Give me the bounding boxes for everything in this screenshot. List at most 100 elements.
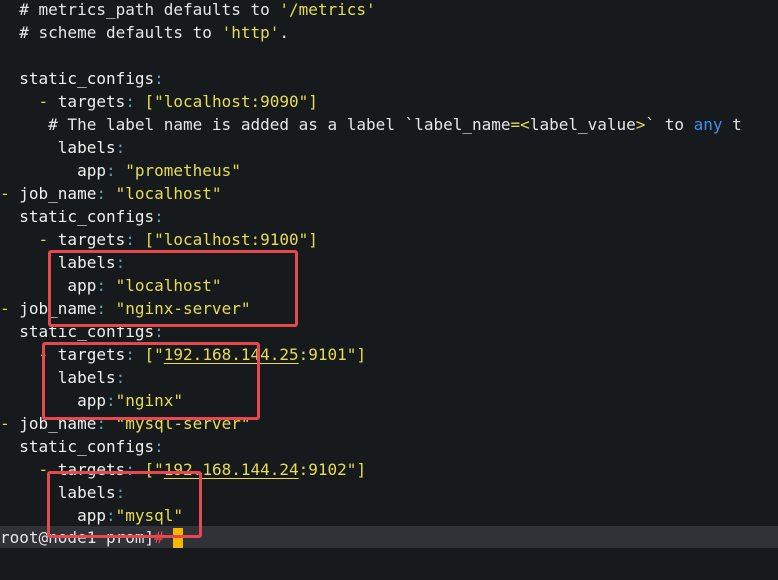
comment-text: label_value bbox=[529, 115, 636, 134]
code-line-6: # The label name is added as a label `la… bbox=[0, 113, 778, 136]
yaml-key: app bbox=[0, 276, 97, 295]
yaml-key: labels bbox=[0, 368, 116, 387]
yaml-key: targets bbox=[57, 92, 126, 111]
yaml-colon: : bbox=[154, 207, 164, 226]
ip-address-link[interactable]: 192.168.144.25 bbox=[164, 345, 299, 364]
comment-text: # The label name is added as a label `la… bbox=[0, 115, 511, 134]
yaml-value: :9101"] bbox=[298, 345, 367, 364]
comment-text: # scheme defaults to bbox=[0, 23, 222, 42]
comment-text: t bbox=[722, 115, 742, 134]
yaml-value: ["localhost:9090"] bbox=[134, 92, 318, 111]
ip-address-link[interactable]: 192.168.144.24 bbox=[164, 460, 299, 479]
text-cursor bbox=[173, 528, 184, 548]
yaml-value: "mysql-server" bbox=[105, 414, 251, 433]
yaml-value: "mysql" bbox=[115, 506, 184, 525]
code-line-19: - job_name: "mysql-server" bbox=[0, 412, 778, 435]
yaml-key: static_configs bbox=[0, 207, 155, 226]
yaml-dash: - bbox=[0, 230, 58, 249]
code-line-15: static_configs: bbox=[0, 320, 778, 343]
yaml-dash: - bbox=[0, 414, 20, 433]
code-line-8: app: "prometheus" bbox=[0, 159, 778, 182]
yaml-value: "prometheus" bbox=[115, 161, 241, 180]
yaml-key: targets bbox=[57, 345, 126, 364]
code-line-20: static_configs: bbox=[0, 435, 778, 458]
yaml-dash: - bbox=[0, 460, 58, 479]
yaml-key: app bbox=[0, 391, 106, 410]
prompt-text: root@node1 prom] bbox=[0, 528, 155, 547]
code-line-7: labels: bbox=[0, 136, 778, 159]
code-line-10: static_configs: bbox=[0, 205, 778, 228]
yaml-colon: : bbox=[105, 391, 116, 410]
code-line-22: labels: bbox=[0, 481, 778, 504]
yaml-dash: - bbox=[0, 184, 20, 203]
code-line-1: # metrics_path defaults to '/metrics' bbox=[0, 0, 778, 21]
yaml-colon: : bbox=[115, 483, 126, 502]
terminal-window[interactable]: # metrics_path defaults to '/metrics' # … bbox=[0, 0, 778, 580]
code-line-2: # scheme defaults to 'http'. bbox=[0, 21, 778, 44]
yaml-colon: : bbox=[154, 69, 164, 88]
comment-text: # metrics_path defaults to bbox=[0, 0, 280, 19]
code-line-5: - targets: ["localhost:9090"] bbox=[0, 90, 778, 113]
yaml-colon: : bbox=[96, 276, 106, 295]
yaml-key: job_name bbox=[19, 414, 97, 433]
yaml-key: job_name bbox=[19, 184, 97, 203]
comment-string: '/metrics' bbox=[279, 0, 376, 19]
comment-symbol: > bbox=[635, 115, 646, 134]
yaml-value: ["localhost:9100"] bbox=[134, 230, 318, 249]
yaml-key: targets bbox=[57, 230, 126, 249]
code-line-16: - targets: ["192.168.144.25:9101"] bbox=[0, 343, 778, 366]
yaml-colon: : bbox=[96, 299, 106, 318]
shell-prompt[interactable]: root@node1 prom]# bbox=[0, 528, 184, 548]
yaml-key: static_configs bbox=[0, 69, 155, 88]
yaml-key: labels bbox=[0, 253, 116, 272]
comment-text: ` to bbox=[645, 115, 694, 134]
yaml-dash: - bbox=[0, 92, 58, 111]
yaml-colon: : bbox=[125, 345, 135, 364]
code-line-21: - targets: ["192.168.144.24:9102"] bbox=[0, 458, 778, 481]
yaml-dash: - bbox=[0, 299, 20, 318]
code-line-23: app:"mysql" bbox=[0, 504, 778, 527]
yaml-colon: : bbox=[125, 460, 135, 479]
yaml-colon: : bbox=[105, 506, 116, 525]
comment-symbol: =< bbox=[510, 115, 530, 134]
code-line-18: app:"nginx" bbox=[0, 389, 778, 412]
code-line-12: labels: bbox=[0, 251, 778, 274]
yaml-value: "nginx-server" bbox=[105, 299, 251, 318]
yaml-colon: : bbox=[115, 253, 126, 272]
code-line-14: - job_name: "nginx-server" bbox=[0, 297, 778, 320]
yaml-value: "nginx" bbox=[115, 391, 184, 410]
code-line-17: labels: bbox=[0, 366, 778, 389]
yaml-colon: : bbox=[96, 184, 106, 203]
comment-keyword: any bbox=[693, 115, 723, 134]
yaml-key: static_configs bbox=[0, 437, 155, 456]
yaml-key: app bbox=[0, 161, 106, 180]
yaml-colon: : bbox=[115, 138, 126, 157]
code-line-13: app: "localhost" bbox=[0, 274, 778, 297]
yaml-value: :9102"] bbox=[298, 460, 367, 479]
yaml-colon: : bbox=[115, 368, 126, 387]
yaml-colon: : bbox=[154, 437, 164, 456]
yaml-key: labels bbox=[0, 138, 116, 157]
code-line-11: - targets: ["localhost:9100"] bbox=[0, 228, 778, 251]
yaml-key: job_name bbox=[19, 299, 97, 318]
yaml-colon: : bbox=[96, 414, 106, 433]
yaml-key: app bbox=[0, 506, 106, 525]
yaml-key: static_configs bbox=[0, 322, 155, 341]
yaml-key: labels bbox=[0, 483, 116, 502]
comment-string: 'http' bbox=[221, 23, 280, 42]
code-line-9: - job_name: "localhost" bbox=[0, 182, 778, 205]
yaml-colon: : bbox=[154, 322, 164, 341]
yaml-colon: : bbox=[105, 161, 116, 180]
yaml-key: targets bbox=[57, 460, 126, 479]
yaml-dash: - bbox=[0, 345, 58, 364]
yaml-colon: : bbox=[125, 92, 135, 111]
code-line-4: static_configs: bbox=[0, 67, 778, 90]
yaml-value: [" bbox=[134, 345, 164, 364]
yaml-value: "localhost" bbox=[105, 276, 222, 295]
yaml-colon: : bbox=[125, 230, 135, 249]
yaml-value: [" bbox=[134, 460, 164, 479]
yaml-value: "localhost" bbox=[105, 184, 222, 203]
prompt-symbol: # bbox=[154, 528, 164, 547]
comment-text: . bbox=[279, 23, 289, 42]
